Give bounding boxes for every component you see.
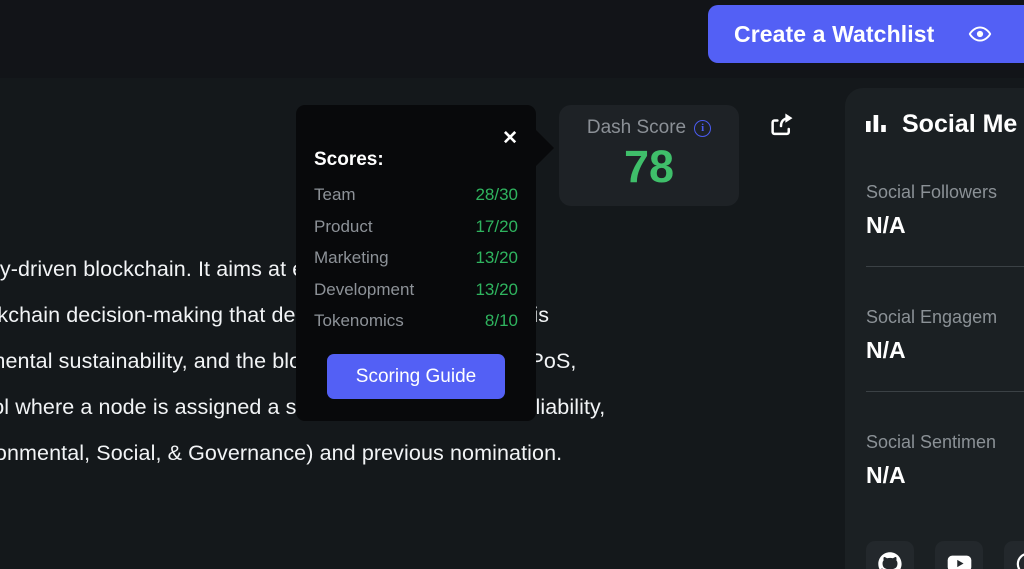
metric-social-engagement: Social Engagem N/A <box>866 307 1024 364</box>
score-row: Marketing 13/20 <box>314 248 518 280</box>
metric-label: Social Sentimen <box>866 432 997 452</box>
score-label: Product <box>314 216 373 236</box>
dash-score-card: Dash Score i 78 <box>559 105 739 206</box>
score-value: 8/10 <box>484 311 518 330</box>
create-watchlist-button[interactable]: Create a Watchlist <box>708 5 1024 63</box>
social-media-panel: Social Me Social Followers N/A Social En… <box>845 88 1024 569</box>
close-icon[interactable]: ✕ <box>498 127 522 150</box>
social-media-title: Social Me <box>902 110 1018 138</box>
create-watchlist-label: Create a Watchlist <box>734 20 935 47</box>
score-label: Marketing <box>314 248 389 267</box>
score-label: Development <box>314 279 415 299</box>
popover-arrow <box>535 129 554 167</box>
description-line: Sustainability (Environmental, Social, &… <box>0 441 563 465</box>
metric-social-sentiment: Social Sentimen N/A <box>866 432 1024 489</box>
score-label: Tokenomics <box>314 311 404 330</box>
share-icon <box>768 109 798 142</box>
score-row: Product 17/20 <box>314 217 518 249</box>
score-value: 13/20 <box>475 279 518 299</box>
score-value: 13/20 <box>475 248 518 267</box>
divider <box>866 266 1024 267</box>
youtube-link-button[interactable] <box>935 541 983 569</box>
score-row: Team 28/30 <box>314 185 518 217</box>
scores-popover: ✕ Scores: Team 28/30 Product 17/20 Marke… <box>296 105 536 421</box>
share-button[interactable] <box>766 108 800 142</box>
score-row: Development 13/20 <box>314 280 518 312</box>
score-value: 28/30 <box>475 185 518 204</box>
metric-label: Social Engagem <box>866 307 998 327</box>
social-media-header: Social Me <box>865 110 1017 139</box>
dash-score-label: Dash Score <box>586 117 687 138</box>
popover-title: Scores: <box>314 149 384 170</box>
social-icon-3 <box>1015 551 1024 569</box>
dash-score-header: Dash Score i <box>586 117 712 139</box>
metric-social-followers: Social Followers N/A <box>866 182 1024 239</box>
scoring-guide-button[interactable]: Scoring Guide <box>327 354 505 399</box>
score-label: Team <box>314 185 356 204</box>
metric-value: N/A <box>866 337 906 363</box>
social-link-button-3[interactable] <box>1004 541 1024 569</box>
eye-icon <box>968 22 992 46</box>
github-link-button[interactable] <box>866 541 914 569</box>
metric-label: Social Followers <box>866 182 998 202</box>
info-icon[interactable]: i <box>694 119 712 137</box>
score-row: Tokenomics 8/10 <box>314 311 518 343</box>
social-links-row <box>866 541 1024 569</box>
youtube-icon <box>946 550 973 569</box>
metric-value: N/A <box>866 462 906 488</box>
dash-score-value: 78 <box>623 141 675 192</box>
top-bar: Create a Watchlist <box>0 0 1024 78</box>
divider <box>866 391 1024 392</box>
score-rows: Team 28/30 Product 17/20 Marketing 13/20… <box>314 185 518 343</box>
score-value: 17/20 <box>475 216 518 236</box>
github-icon <box>877 551 903 569</box>
bar-chart-icon <box>865 111 891 138</box>
app-root: Create a Watchlist Dash Score i 78 y-dri… <box>0 0 1024 569</box>
metric-value: N/A <box>866 212 906 238</box>
